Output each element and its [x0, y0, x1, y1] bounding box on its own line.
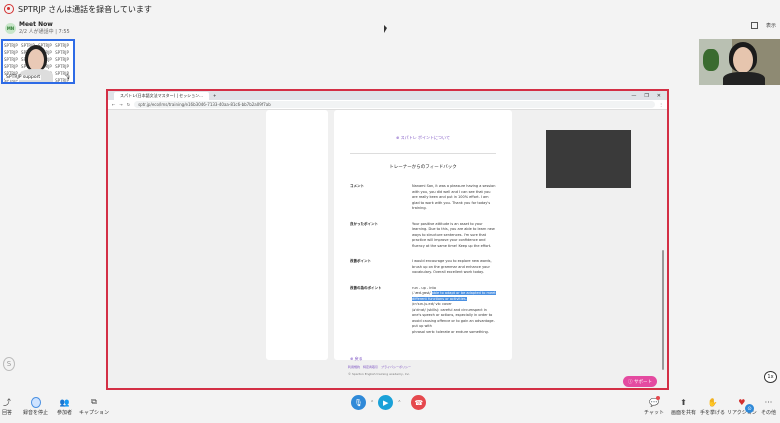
captions-button[interactable]: ⧉ キャプション — [79, 397, 109, 416]
feedback-row: 改善ポイント I would encourage you to explore … — [350, 259, 496, 276]
mic-options-chevron-icon[interactable]: ⌃ — [370, 400, 374, 406]
support-button[interactable]: ⓘ サポート — [623, 376, 657, 387]
participants-label: 参加者 — [57, 410, 73, 416]
feedback-value-post: /ɪnˈsɪn.ju.eɪt/ vb: cover /əˈdrɔɪt/ (ski… — [412, 302, 495, 334]
screen-share-button[interactable]: ⬆ 画面を共有 — [671, 397, 697, 417]
page-scrollbar[interactable] — [662, 250, 664, 370]
meeting-info: MN Meet Now 2/2 人が通話中 | 7:55 — [5, 21, 70, 35]
call-controls: 🎙 ⌃ ▶ ⌃ ☎ — [351, 395, 427, 410]
footer-links[interactable]: 利用規約 特定商取引 プライバシーポリシー — [348, 365, 411, 369]
address-text: sptr.jp/eco/lms/training/e16b3046-7133-4… — [138, 102, 271, 107]
captions-label: キャプション — [79, 410, 110, 416]
close-icon[interactable]: ✕ — [657, 93, 661, 99]
browser-toolbar: ← → ↻ sptr.jp/eco/lms/training/e16b3046-… — [108, 100, 667, 110]
divider — [350, 153, 496, 154]
self-video-body — [723, 72, 765, 85]
feedback-value[interactable]: run - up - into /.ˈæd.ʒʊst/ able to adap… — [412, 286, 496, 336]
feedback-value: I would encourage you to explore new wor… — [412, 259, 492, 274]
mouse-cursor-icon — [384, 25, 387, 33]
feedback-value: Your positive attitude is an asset to yo… — [412, 221, 495, 248]
minimize-icon[interactable]: — — [631, 93, 636, 99]
browser-tab-title: スパトレ(日本語文法マスター) | セッション... — [120, 92, 203, 98]
more-label: その他 — [761, 410, 777, 416]
browser-tabstrip: スパトレ(日本語文法マスター) | セッション... + — ❐ ✕ — [108, 91, 667, 100]
hand-icon: ✋ — [707, 397, 718, 407]
screen-share-icon: ⬆ — [680, 397, 687, 407]
page-left-panel — [266, 110, 328, 360]
stop-record-icon — [30, 396, 41, 408]
self-video-face — [733, 47, 753, 73]
feedback-value: Nanami San, it was a pleasure having a s… — [412, 184, 496, 210]
share-icon: ⤴ — [3, 397, 11, 407]
chat-label: チャット — [644, 410, 664, 416]
screen-share-label: 画面を共有 — [671, 410, 697, 416]
meeting-title: Meet Now — [19, 21, 53, 28]
gallery-label[interactable]: 表示 — [766, 22, 776, 29]
teams-call-window: SPTRJP さんは通話を録音しています MN Meet Now 2/2 人が通… — [0, 0, 780, 423]
meeting-logo: MN — [5, 22, 16, 34]
meeting-subtitle: 2/2 人が通話中 | 7:55 — [19, 29, 70, 35]
window-controls: — ❐ ✕ — [631, 93, 667, 99]
people-icon: 👥 — [59, 397, 70, 407]
feedback-label: 改善の為のポイント — [350, 285, 382, 290]
stop-recording-button[interactable]: 録音を停止 — [23, 396, 49, 416]
more-icon: ··· — [764, 397, 773, 407]
feedback-row: 改善の為のポイント run - up - into /.ˈæd.ʒʊst/ ab… — [350, 286, 496, 336]
gallery-icon[interactable] — [750, 22, 758, 29]
extensions-icon[interactable]: ⋮ — [659, 102, 663, 107]
participants-button[interactable]: 👥 参加者 — [57, 397, 73, 417]
page-video-placeholder[interactable] — [546, 130, 631, 188]
footer-copyright: © Sparton English training academy, Inc. — [348, 372, 411, 376]
share-button[interactable]: ⤴ 回答 — [2, 397, 13, 417]
camera-button[interactable]: ▶ — [378, 395, 394, 410]
call-toolbar: ⤴ 回答 録音を停止 👥 参加者 ⧉ キャプション 🎙 ⌃ ▶ ⌃ ☎ 💬 チャ… — [0, 395, 780, 423]
raise-hand-button[interactable]: ✋ 手を挙げる — [700, 397, 726, 417]
shared-screen: スパトレ(日本語文法マスター) | セッション... + — ❐ ✕ ← → ↻… — [106, 89, 669, 390]
caption-icon: ⧉ — [91, 397, 97, 406]
participant-mic-icon: 🎙 — [65, 75, 71, 80]
skype-logo-icon: S — [3, 357, 15, 371]
feedback-label: 改善ポイント — [350, 259, 371, 263]
self-video-plant — [703, 49, 719, 71]
back-link[interactable]: ⊕ 戻る — [350, 356, 363, 361]
chat-icon: 💬 — [649, 396, 660, 407]
mic-icon: 🎙 — [354, 398, 363, 407]
browser-tab[interactable]: スパトレ(日本語文法マスター) | セッション... — [114, 91, 209, 100]
recording-banner: SPTRJP さんは通話を録音しています — [0, 0, 780, 18]
feedback-panel: ⊕ スパトレ ポイントについて トレーナーからのフィードバック コメント Nan… — [334, 110, 512, 361]
profile-avatar[interactable]: ⊙ — [745, 404, 754, 413]
feedback-label: コメント — [350, 184, 364, 188]
chat-button[interactable]: 💬 チャット — [644, 396, 664, 416]
new-tab-icon[interactable]: + — [213, 93, 216, 98]
participant-tile[interactable]: SPTRJP SPTRJP SPTRJP SPTRJP SPTRJP SPTRJ… — [1, 39, 75, 84]
participant-face — [28, 49, 44, 71]
maximize-icon[interactable]: ❐ — [644, 93, 648, 99]
web-page: ⊕ スパトレ ポイントについて トレーナーからのフィードバック コメント Nan… — [108, 110, 667, 388]
points-link[interactable]: ⊕ スパトレ ポイントについて — [396, 135, 450, 140]
zoom-level[interactable]: 1x — [764, 371, 777, 383]
reload-icon[interactable]: ↻ — [127, 102, 130, 107]
feedback-label: 良かったポイント — [350, 221, 378, 226]
end-call-button[interactable]: ☎ — [411, 395, 427, 410]
back-icon[interactable]: ← — [112, 102, 115, 107]
end-call-icon: ☎ — [414, 398, 424, 407]
view-controls[interactable]: 表示 — [750, 22, 776, 29]
recording-text: SPTRJP さんは通話を録音しています — [18, 4, 152, 14]
participant-name: SPTRJP support — [5, 75, 42, 80]
self-video[interactable] — [699, 39, 780, 85]
more-button[interactable]: ··· その他 — [761, 397, 777, 417]
share-label: 回答 — [2, 410, 13, 416]
raise-hand-label: 手を挙げる — [700, 410, 726, 416]
feedback-title: トレーナーからのフィードバック — [389, 165, 457, 170]
stop-recording-label: 録音を停止 — [23, 410, 49, 416]
recording-icon — [4, 4, 14, 14]
camera-options-chevron-icon[interactable]: ⌃ — [397, 400, 401, 406]
forward-icon[interactable]: → — [119, 102, 122, 107]
feedback-row: 良かったポイント Your positive attitude is an as… — [350, 222, 496, 250]
mic-button[interactable]: 🎙 — [351, 395, 366, 410]
camera-icon: ▶ — [383, 398, 389, 407]
address-bar[interactable]: sptr.jp/eco/lms/training/e16b3046-7133-4… — [134, 101, 655, 108]
feedback-row: コメント Nanami San, it was a pleasure havin… — [350, 184, 496, 212]
chat-badge — [655, 396, 660, 400]
